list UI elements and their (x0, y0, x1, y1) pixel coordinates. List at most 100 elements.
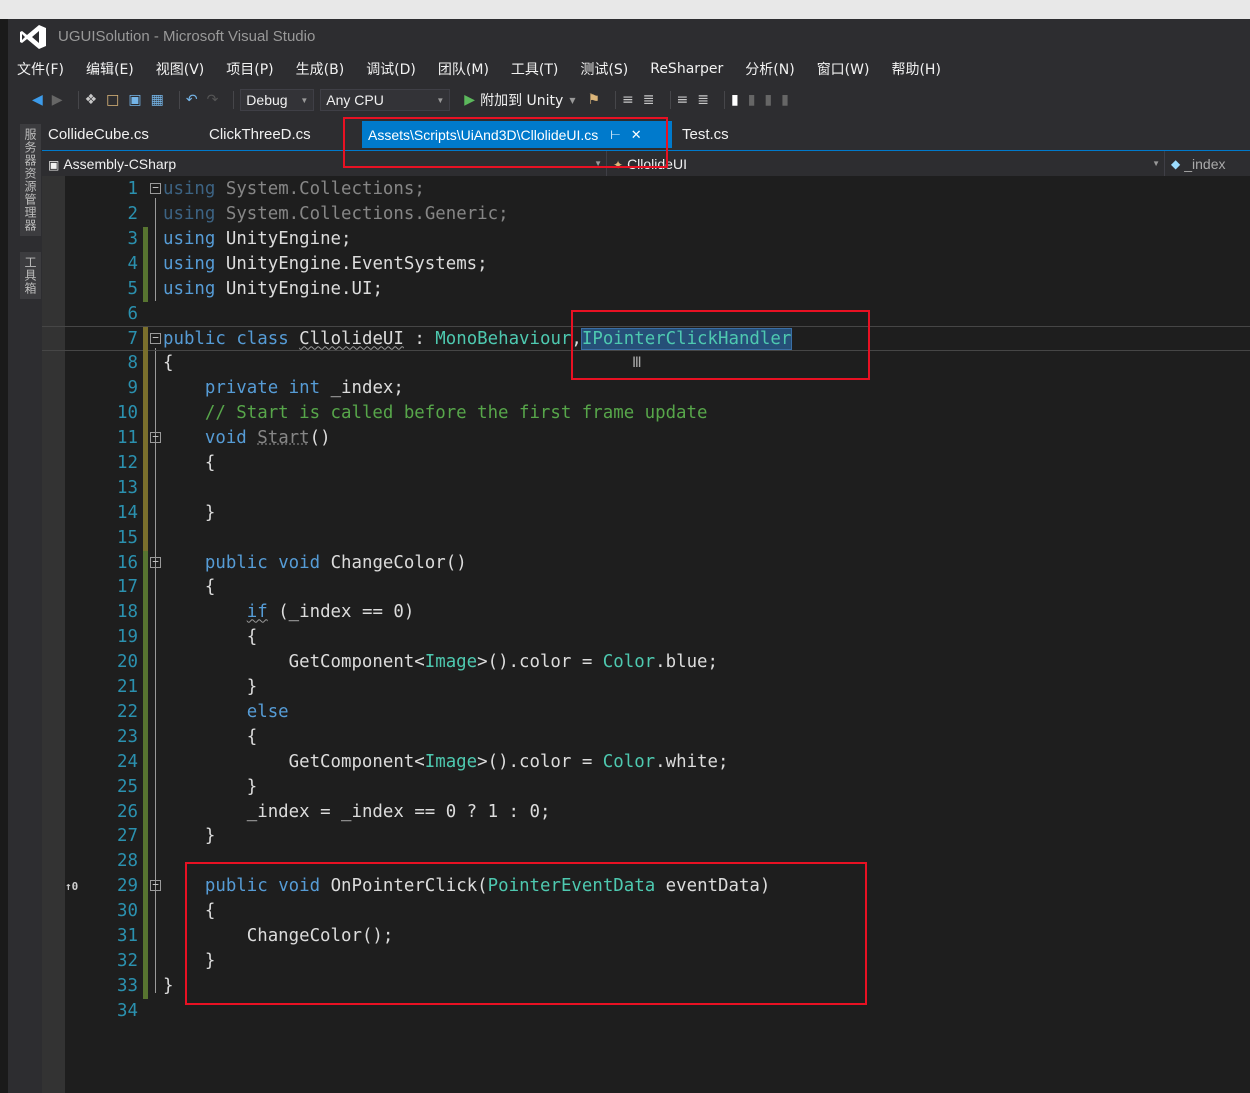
line-number: 1 (127, 179, 138, 199)
menu-window[interactable]: 窗口(W) (817, 59, 870, 79)
code-line[interactable]: 22 else (42, 699, 1250, 725)
menu-debug[interactable]: 调试(D) (366, 59, 416, 79)
menu-view[interactable]: 视图(V) (156, 59, 205, 79)
code-line[interactable]: 23 { (42, 724, 1250, 750)
collapse-icon[interactable]: − (150, 182, 161, 194)
change-indicator (143, 774, 148, 800)
code-line[interactable]: 11− void Start() (42, 426, 1250, 451)
menu-help[interactable]: 帮助(H) (891, 59, 940, 79)
code-line[interactable]: 1− using System.Collections; (42, 177, 1250, 202)
line-number: 7 (127, 329, 138, 350)
collapse-icon[interactable]: − (150, 556, 161, 568)
new-project-icon[interactable]: ❖ (85, 92, 98, 108)
menu-file[interactable]: 文件(F) (17, 59, 64, 79)
configuration-value: Debug (246, 92, 288, 108)
code-token: = (571, 751, 603, 772)
collapse-icon[interactable]: − (150, 879, 161, 892)
tab-clickthreed[interactable]: ClickThreeD.cs (203, 121, 317, 148)
outdent-icon[interactable]: ≣ (643, 92, 655, 108)
code-line[interactable]: 24 GetComponent<Image>().color = Color.w… (42, 749, 1250, 775)
code-line[interactable]: 10 // Start is called before the first f… (42, 401, 1250, 427)
undo-icon[interactable]: ↶ (186, 92, 198, 108)
code-line[interactable]: 27 } (42, 824, 1250, 850)
save-all-icon[interactable]: ▦ (151, 92, 164, 108)
code-line[interactable]: 21 } (42, 675, 1250, 700)
chevron-down-icon: ▼ (300, 95, 309, 105)
code-token: _index (246, 801, 310, 822)
next-bookmark-icon[interactable]: ▮ (764, 92, 772, 108)
code-token: Color (602, 751, 656, 772)
tab-collidecube[interactable]: CollideCube.cs (42, 121, 155, 148)
line-number: 31 (117, 926, 138, 946)
platform-select[interactable]: Any CPU ▼ (320, 89, 451, 111)
menu-analyze[interactable]: 分析(N) (745, 59, 794, 79)
code-token: < (414, 652, 425, 673)
prev-bookmark-icon[interactable]: ▮ (748, 92, 756, 108)
save-icon[interactable]: ▣ (128, 92, 141, 108)
collapse-icon[interactable]: − (150, 332, 161, 345)
code-line[interactable]: 26 _index = _index == 0 ? 1 : 0; (42, 799, 1250, 825)
redo-icon[interactable]: ↷ (207, 92, 219, 108)
code-token: . (655, 751, 666, 772)
code-line[interactable]: 14 } (42, 500, 1250, 526)
code-line[interactable]: 18 if (_index == 0) (42, 600, 1250, 626)
code-token: public (163, 329, 226, 350)
attach-unity-button[interactable]: 附加到 Unity (480, 90, 563, 110)
code-line[interactable]: 4 using UnityEngine.EventSystems; (42, 251, 1250, 277)
tab-test[interactable]: Test.cs (676, 121, 735, 148)
change-indicator (143, 650, 148, 676)
start-icon[interactable]: ▶ (464, 92, 475, 108)
back-icon[interactable]: ◀ (32, 92, 43, 108)
toolbar: ◀ ▶ ❖ □ ▣ ▦ ↶ ↷ Debug ▼ Any CPU ▼ ▶ 附加到 … (8, 84, 1250, 116)
code-line[interactable]: 13 (42, 475, 1250, 501)
menu-tools[interactable]: 工具(T) (511, 59, 558, 79)
code-line[interactable]: 3 using UnityEngine; (42, 226, 1250, 252)
code-line[interactable]: 16− public void ChangeColor() (42, 550, 1250, 576)
left-edge (0, 19, 8, 1093)
chevron-down-icon[interactable]: ▼ (569, 96, 575, 105)
uncomment-icon[interactable]: ≣ (697, 92, 709, 108)
code-line[interactable]: 20 GetComponent<Image>().color = Color.b… (42, 650, 1250, 676)
code-token: = (309, 801, 342, 822)
find-icon[interactable]: ⚑ (587, 92, 600, 108)
menu-test[interactable]: 测试(S) (580, 59, 628, 79)
forward-icon[interactable]: ▶ (52, 92, 63, 108)
code-line[interactable]: 2 using System.Collections.Generic; (42, 202, 1250, 227)
code-line[interactable]: 5 using UnityEngine.UI; (42, 276, 1250, 302)
server-explorer-tab[interactable]: 服务器资源管理器 (20, 124, 41, 236)
code-line[interactable]: 25 } (42, 774, 1250, 800)
menu-resharper[interactable]: ReSharper (650, 61, 723, 77)
line-number: 10 (117, 403, 138, 424)
type-dropdown[interactable]: ✦ CllolideUI ▼ (607, 151, 1165, 176)
code-line[interactable]: 15 (42, 525, 1250, 551)
code-text: else (163, 700, 289, 725)
code-line[interactable]: 19 { (42, 625, 1250, 651)
toolbar-separator (233, 91, 235, 109)
indent-icon[interactable]: ≡ (622, 92, 634, 108)
implementation-marker-icon[interactable]: ↑0 (65, 874, 78, 899)
text-cursor-icon: Ⅲ (632, 355, 642, 373)
configuration-select[interactable]: Debug ▼ (240, 89, 315, 111)
line-number: 2 (127, 203, 138, 224)
open-icon[interactable]: □ (106, 92, 119, 108)
menu-edit[interactable]: 编辑(E) (86, 59, 134, 79)
code-line[interactable]: 17 { (42, 575, 1250, 601)
comment-icon[interactable]: ≡ (677, 92, 689, 108)
member-dropdown[interactable]: ◆ _index (1165, 151, 1250, 176)
line-number: 6 (127, 303, 138, 324)
bookmark-icon[interactable]: ▮ (731, 92, 739, 108)
field-icon: ◆ (1171, 156, 1181, 171)
menu-project[interactable]: 项目(P) (226, 59, 273, 79)
code-line[interactable]: 12 { (42, 450, 1250, 476)
toolbox-tab[interactable]: 工具箱 (20, 252, 41, 299)
code-token: using (163, 253, 216, 274)
collapse-icon[interactable]: − (150, 431, 161, 443)
menu-team[interactable]: 团队(M) (438, 59, 489, 79)
clear-bookmarks-icon[interactable]: ▮ (781, 92, 789, 108)
line-number: 24 (117, 751, 138, 772)
menu-build[interactable]: 生成(B) (296, 59, 345, 79)
